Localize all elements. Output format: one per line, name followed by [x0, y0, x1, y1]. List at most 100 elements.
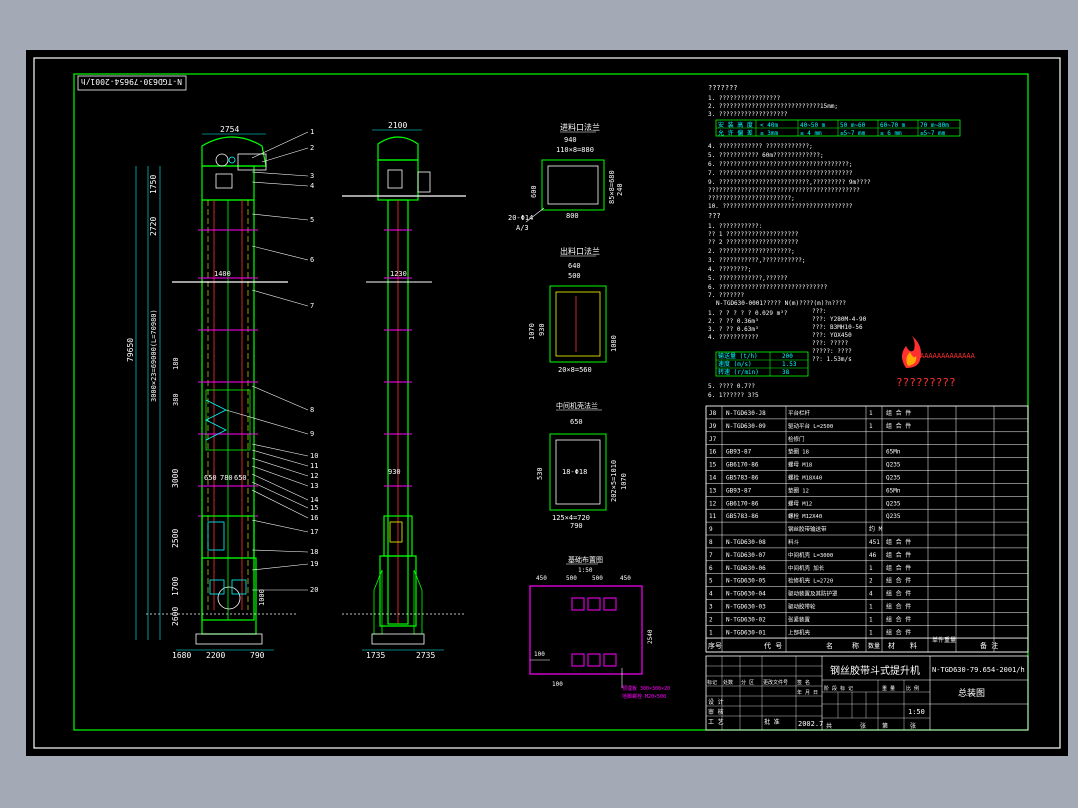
middle-holes: 18-Φ18	[562, 468, 587, 476]
tol-h-2: 40~50 m	[800, 122, 826, 129]
bom-h-no: 序号	[708, 641, 722, 650]
callout-10: 10	[310, 452, 318, 460]
dim-790: 790	[250, 651, 265, 660]
logo-text-2: ?????????	[896, 376, 956, 389]
inlet-ref: A/3	[516, 224, 529, 232]
dim-casing-chain: 3000×23=69000(L=70980)	[150, 309, 158, 402]
spec-motor-1: ???: Y280M-4-90	[812, 316, 867, 323]
inlet-holes: 20-Φ14	[508, 214, 533, 222]
middle-title: 中间机壳法兰	[556, 401, 598, 410]
bom-cell: 螺母 M18	[788, 461, 812, 469]
callout-14: 14	[310, 496, 318, 504]
tb-weight: 重 量	[882, 685, 895, 692]
tb-date: 2002.7	[798, 720, 823, 728]
foundation-dim-450b: 450	[620, 575, 631, 582]
side-boot-left-lug	[373, 569, 383, 635]
foundation-note-1: 预埋板 300×300×20	[622, 685, 670, 692]
outlet-dim-500: 500	[568, 272, 581, 280]
bom-cell: 约 M	[869, 525, 883, 533]
front-gearbox	[237, 153, 267, 171]
inlet-dim-800: 800	[566, 212, 579, 220]
callout-18: 18	[310, 548, 318, 556]
front-pit	[195, 633, 263, 645]
spec-motor-4: ???: ?????	[812, 340, 849, 347]
side-pit	[371, 633, 425, 645]
tb-drawing-name: 总装图	[958, 687, 985, 699]
dim-3000: 3000	[171, 469, 180, 488]
note-1: 1. ?????????????????	[708, 95, 781, 102]
bom-cell: GB5783-86	[726, 513, 759, 520]
inlet-inner	[547, 165, 599, 205]
bom-cell: GB93-87	[726, 449, 752, 456]
tb-designer: 设 计	[708, 698, 724, 706]
note-b1b: ?? 2 ????????????????????	[708, 239, 799, 246]
notes-title-2: ???	[708, 212, 721, 220]
outlet-outer	[549, 285, 607, 363]
bom-cell: 46	[869, 552, 877, 559]
note-c6: 6. 1?????? 3?5	[708, 392, 759, 399]
bom-cell: 驱动装置及其防护罩	[788, 590, 838, 598]
middle-dim-1070: 1070	[620, 473, 628, 490]
tb-approver: 批 准	[764, 718, 780, 726]
outlet-dim-560: 20×8=560	[558, 366, 592, 374]
title-block: 标记 处数 分 区 更改文件号 签 名 年 月 日 设 计 审 核 工 艺 批 …	[705, 655, 1029, 731]
middle-dim-1010: 202×5=1010	[610, 460, 618, 502]
technical-notes: ??????? 1. ????????????????? 2. ????????…	[708, 84, 976, 399]
bom-cell: 16	[709, 449, 717, 456]
bom-cell: Q235	[886, 475, 901, 482]
side-gear	[417, 171, 431, 193]
middle-dim-530: 530	[536, 467, 544, 480]
bom-cell: 4	[869, 591, 873, 598]
bom-cell: 组 合 件	[886, 615, 911, 623]
tol-v-5: ≤5~7 mm	[920, 130, 946, 137]
spec-motor-2: ???: B3MH10-56	[812, 324, 863, 331]
bom-h-mat-a: 材	[888, 641, 895, 650]
tb-label-date: 年 月 日	[797, 689, 818, 696]
spec-motor-3: ???: YOX450	[812, 332, 852, 339]
note-6: 6. ????????????????????????????????????;	[708, 161, 853, 168]
bom-cell: 8	[709, 539, 713, 546]
tb-label-mark: 标记	[707, 679, 717, 686]
front-head-hood	[201, 136, 267, 167]
dim-380: 380	[172, 393, 180, 406]
bom-cell: 1	[869, 565, 873, 572]
dim-1750: 1750	[149, 175, 158, 194]
bom-cell: 451	[869, 539, 880, 546]
front-callouts: 1 2 3 4 5 6 7 8 9 10 11 12 13 14 15 16 1…	[310, 128, 318, 594]
bom-cell: 7	[709, 552, 713, 559]
tol-v-4: ≤ 6 mm	[880, 130, 902, 137]
foundation-scale: 1:50	[578, 567, 593, 574]
bom-cell: N-TGD630-06	[726, 565, 766, 572]
bom-cell: GB5783-86	[726, 475, 759, 482]
front-tension-device	[209, 579, 225, 595]
tb-stage: 阶 段 标 记	[824, 685, 853, 692]
bom-cell: 组 合 件	[886, 577, 911, 585]
bom-cell: 12	[709, 500, 717, 507]
foundation-title: 基础布置图	[568, 555, 603, 564]
front-inlet	[207, 521, 225, 551]
outlet-dim-640: 640	[568, 262, 581, 270]
bom-cell: 张紧装置	[788, 615, 811, 623]
callout-1: 1	[310, 128, 314, 136]
foundation-dim-500a: 500	[566, 575, 577, 582]
inlet-dim-240: 240	[616, 183, 624, 196]
bom-h-weight: 单件重量	[932, 636, 956, 644]
callout-4: 4	[310, 182, 314, 190]
code-box-text: N-TGD630-79654-2001/h	[81, 77, 182, 86]
tol-h-4: 60~70 m	[880, 122, 906, 129]
tb-label-sign: 签 名	[797, 679, 810, 686]
bom-h-qty: 数量	[868, 642, 880, 650]
bom-h-name-b: 称	[852, 641, 859, 650]
cad-viewport[interactable]: N-TGD630-79654-2001/h 2754 1750 2720 796…	[26, 50, 1068, 756]
tb-page: 第	[882, 722, 888, 730]
bom-cell: 平台栏杆	[788, 409, 811, 417]
dim-2200: 2200	[206, 651, 225, 660]
bom-cell: N-TGD630-09	[726, 423, 766, 430]
detail-outlet-flange: 出料口法兰 640 500 1070 930 1080 20×8=560	[528, 246, 618, 374]
bom-h-mat-b: 料	[910, 641, 917, 650]
bom-cell: GB6170-86	[726, 500, 759, 507]
bom-cell: Q235	[886, 513, 901, 520]
dim-1000: 1000	[258, 589, 266, 606]
bom-cell: J8	[709, 410, 717, 417]
bom-cell: 1	[709, 629, 713, 636]
